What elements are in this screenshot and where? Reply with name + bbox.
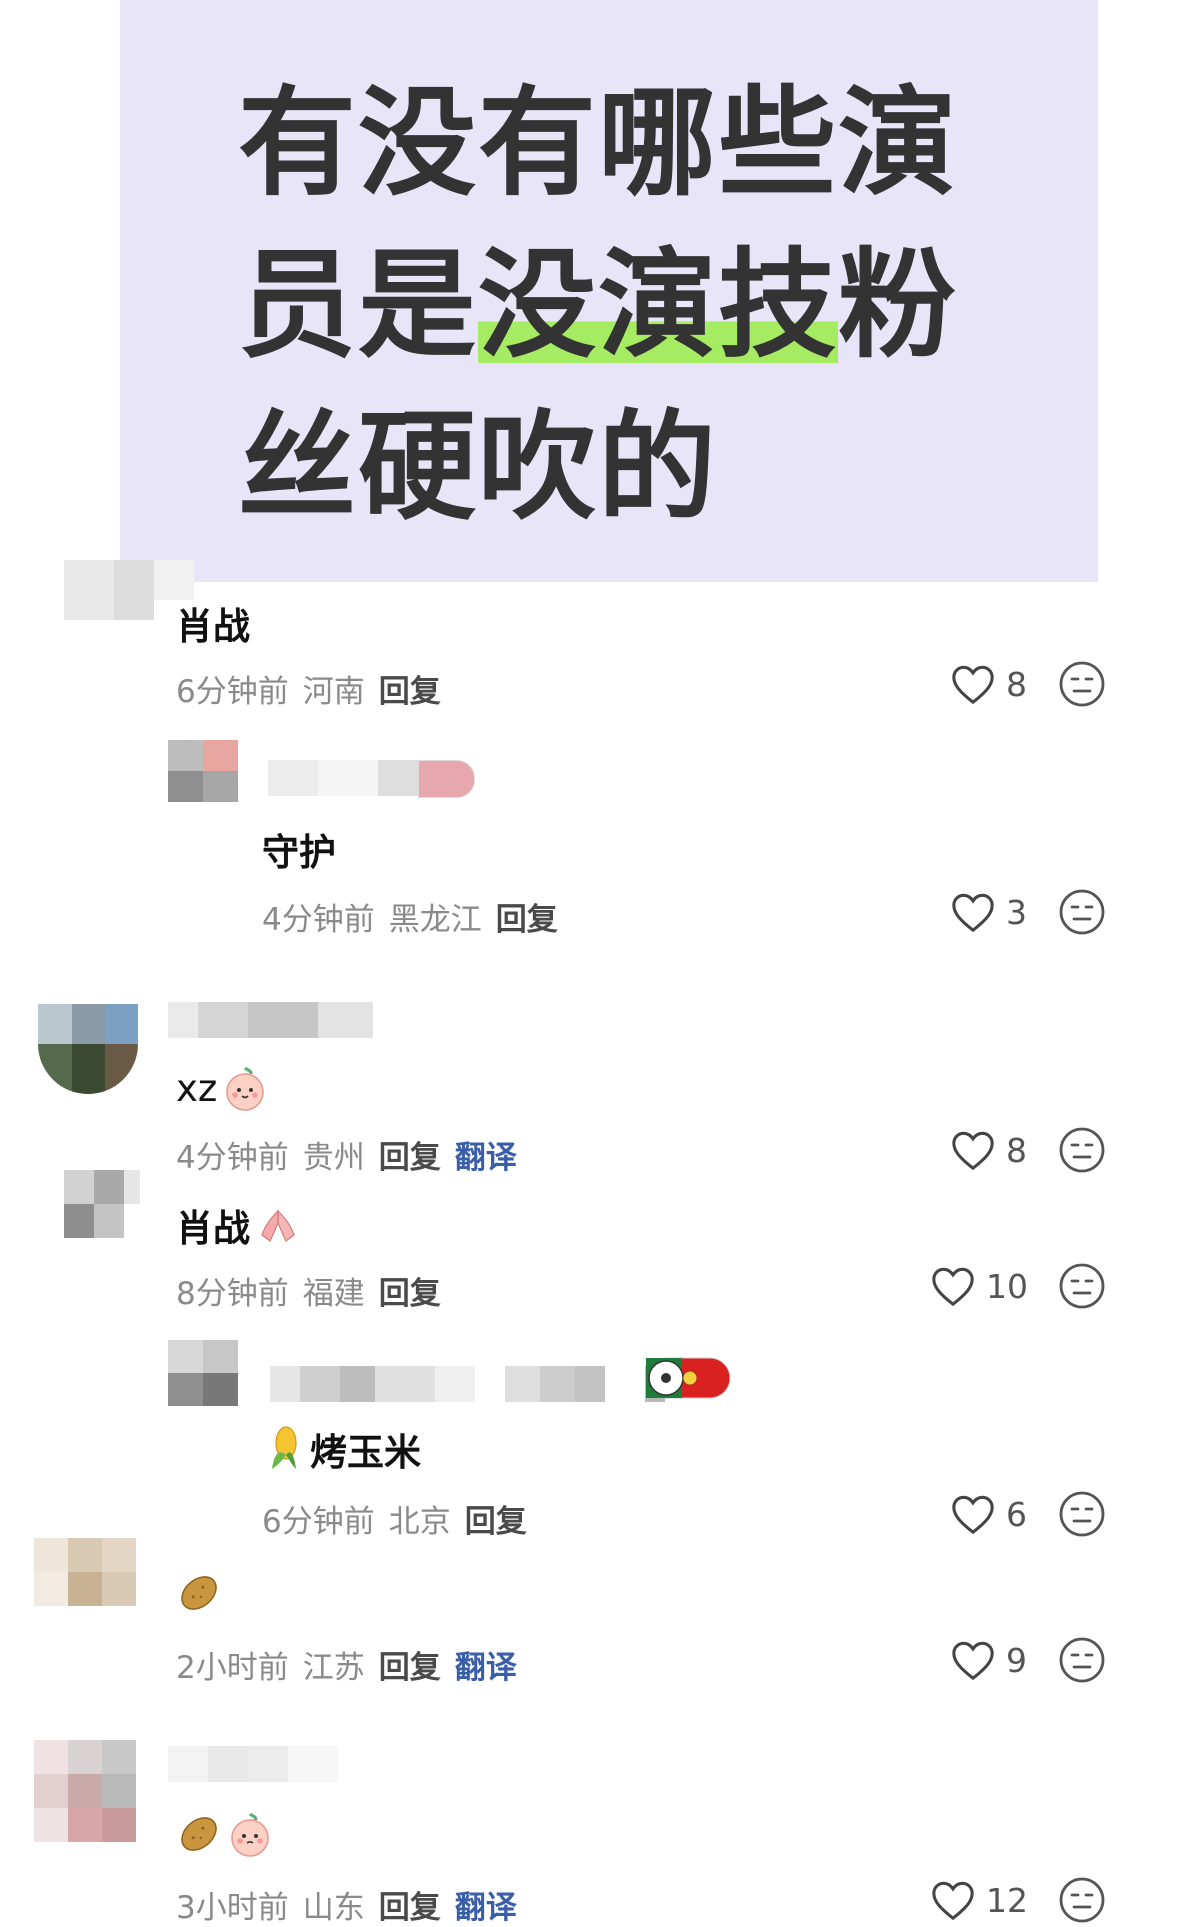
heart-outline-icon bbox=[952, 665, 994, 705]
comment-text bbox=[176, 1810, 278, 1858]
heart-outline-icon bbox=[932, 1881, 974, 1921]
like-count: 9 bbox=[1006, 1640, 1027, 1680]
like-button[interactable]: 10 bbox=[930, 1264, 1028, 1308]
comment-meta: 3小时前 山东 回复 翻译 bbox=[176, 1882, 517, 1927]
like-button[interactable]: 12 bbox=[930, 1878, 1028, 1922]
comment-meta: 4分钟前 贵州 回复 翻译 bbox=[176, 1132, 517, 1177]
comment-meta: 4分钟前 黑龙江 回复 bbox=[262, 894, 558, 939]
meh-face-icon[interactable] bbox=[1058, 660, 1106, 708]
username-blurred[interactable] bbox=[168, 1746, 338, 1782]
like-button[interactable]: 6 bbox=[950, 1492, 1027, 1536]
meh-face-icon[interactable] bbox=[1058, 1636, 1106, 1684]
comment-location: 福建 bbox=[302, 1276, 365, 1312]
post-title: 有没有哪些演员是没演技粉丝硬吹的 bbox=[238, 62, 978, 548]
comment-text: 守护 bbox=[262, 831, 336, 874]
reply-button[interactable]: 回复 bbox=[379, 1882, 441, 1927]
comment-text: 烤玉米 bbox=[262, 1422, 421, 1476]
comment-time: 3小时前 bbox=[176, 1890, 289, 1926]
soccer-portugal-badge-icon bbox=[645, 1357, 731, 1399]
reply-button[interactable]: 回复 bbox=[379, 1268, 441, 1313]
comment-location: 贵州 bbox=[302, 1140, 365, 1176]
comment-location: 河南 bbox=[302, 674, 365, 710]
comment-time: 6分钟前 bbox=[262, 1504, 375, 1540]
meh-face-icon[interactable] bbox=[1058, 1876, 1106, 1924]
translate-button[interactable]: 翻译 bbox=[455, 1132, 517, 1177]
translate-button[interactable]: 翻译 bbox=[455, 1882, 517, 1927]
meh-face-icon[interactable] bbox=[1058, 888, 1106, 936]
heart-outline-icon bbox=[952, 1131, 994, 1171]
avatar[interactable] bbox=[34, 1740, 136, 1842]
comment-meta: 2小时前 江苏 回复 翻译 bbox=[176, 1642, 517, 1687]
comment-location: 黑龙江 bbox=[388, 902, 482, 938]
like-count: 6 bbox=[1006, 1494, 1027, 1534]
like-count: 10 bbox=[986, 1266, 1028, 1306]
peach-face-sticker-icon bbox=[226, 1066, 265, 1111]
comment-location: 山东 bbox=[302, 1890, 365, 1926]
comment-text: 肖战 bbox=[176, 1198, 302, 1252]
post-title-banner: 有没有哪些演员是没演技粉丝硬吹的 bbox=[120, 0, 1098, 582]
avatar[interactable] bbox=[168, 1340, 238, 1406]
avatar[interactable] bbox=[44, 1170, 140, 1238]
comment-time: 6分钟前 bbox=[176, 674, 289, 710]
comment-text bbox=[176, 1570, 226, 1616]
meh-face-icon[interactable] bbox=[1058, 1262, 1106, 1310]
like-button[interactable]: 8 bbox=[950, 1128, 1027, 1172]
username-blurred[interactable] bbox=[238, 760, 475, 798]
comment-time: 8分钟前 bbox=[176, 1276, 289, 1312]
comment-meta: 8分钟前 福建 回复 bbox=[176, 1268, 441, 1313]
comment-text: xz bbox=[176, 1064, 269, 1112]
username-blurred[interactable] bbox=[168, 1002, 373, 1038]
like-button[interactable]: 3 bbox=[950, 890, 1027, 934]
comment-meta: 6分钟前 河南 回复 bbox=[176, 666, 441, 711]
like-count: 12 bbox=[986, 1880, 1028, 1920]
reply-button[interactable]: 回复 bbox=[379, 666, 441, 711]
like-count: 8 bbox=[1006, 1130, 1027, 1170]
title-highlight: 没演技 bbox=[478, 236, 839, 374]
like-count: 8 bbox=[1006, 664, 1027, 704]
heart-outline-icon bbox=[932, 1267, 974, 1307]
comment-time: 4分钟前 bbox=[262, 902, 375, 938]
heart-outline-icon bbox=[952, 1641, 994, 1681]
like-button[interactable]: 8 bbox=[950, 662, 1027, 706]
comment-meta: 6分钟前 北京 回复 bbox=[262, 1496, 527, 1541]
peach-face-sticker-icon bbox=[231, 1812, 269, 1857]
comment-text: 肖战 bbox=[176, 605, 250, 648]
avatar[interactable] bbox=[168, 740, 238, 802]
like-button[interactable]: 9 bbox=[950, 1638, 1027, 1682]
translate-button[interactable]: 翻译 bbox=[455, 1642, 517, 1687]
meh-face-icon[interactable] bbox=[1058, 1490, 1106, 1538]
avatar[interactable] bbox=[44, 560, 194, 630]
comment-location: 江苏 bbox=[302, 1650, 365, 1686]
avatar[interactable] bbox=[38, 1004, 138, 1094]
corn-icon bbox=[272, 1426, 297, 1469]
potato-icon bbox=[181, 1817, 217, 1851]
reply-button[interactable]: 回复 bbox=[465, 1496, 527, 1541]
heart-outline-icon bbox=[952, 1495, 994, 1535]
potato-icon bbox=[181, 1576, 217, 1610]
comment-location: 北京 bbox=[388, 1504, 451, 1540]
comment-time: 2小时前 bbox=[176, 1650, 289, 1686]
meh-face-icon[interactable] bbox=[1058, 1126, 1106, 1174]
comment-time: 4分钟前 bbox=[176, 1140, 289, 1176]
avatar[interactable] bbox=[34, 1538, 136, 1606]
reply-button[interactable]: 回复 bbox=[379, 1642, 441, 1687]
reply-button[interactable]: 回复 bbox=[379, 1132, 441, 1177]
praying-hands-icon bbox=[261, 1209, 295, 1242]
reply-button[interactable]: 回复 bbox=[496, 894, 558, 939]
like-count: 3 bbox=[1006, 892, 1027, 932]
heart-outline-icon bbox=[952, 893, 994, 933]
